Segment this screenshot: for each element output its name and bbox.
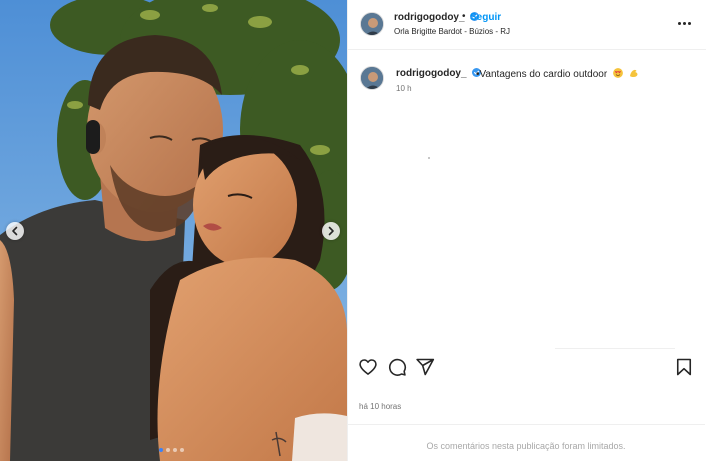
caption-text-wrap: •Vantagens do cardio outdoor xyxy=(476,68,639,80)
carousel-dot xyxy=(159,448,163,452)
save-button[interactable] xyxy=(674,357,694,377)
avatar-image xyxy=(361,13,383,35)
share-button[interactable] xyxy=(415,357,435,377)
carousel-indicator xyxy=(159,448,184,452)
post-date[interactable]: há 10 horas xyxy=(359,402,401,411)
carousel-next-button[interactable] xyxy=(322,222,340,240)
photo-illustration xyxy=(0,0,347,461)
comments-limited-notice: Os comentários nesta publicação foram li… xyxy=(426,441,626,451)
comment-icon xyxy=(389,358,407,376)
carousel-dot xyxy=(166,448,170,452)
location-link[interactable]: Orla Brigitte Bardot - Búzios - RJ xyxy=(394,27,510,36)
divider-speck xyxy=(428,157,430,159)
actions-divider xyxy=(555,348,675,349)
comment-button[interactable] xyxy=(387,357,407,377)
carousel-prev-button[interactable] xyxy=(6,222,24,240)
carousel-dot xyxy=(173,448,177,452)
post-details-pane: rodrigogodoy_ • Seguir Orla Brigitte Bar… xyxy=(347,0,706,461)
caption-text: •Vantagens do cardio outdoor xyxy=(476,69,608,80)
avatar-image xyxy=(361,67,383,89)
chevron-left-icon xyxy=(12,226,18,236)
bookmark-icon xyxy=(676,358,692,376)
post-header: rodrigogodoy_ • Seguir Orla Brigitte Bar… xyxy=(348,0,706,50)
username: rodrigogodoy_ xyxy=(394,12,465,23)
carousel-dot xyxy=(180,448,184,452)
caption-avatar[interactable] xyxy=(360,66,384,90)
post-actions-bar xyxy=(347,355,705,381)
username-link[interactable]: rodrigogodoy_ xyxy=(394,12,480,23)
chevron-right-icon xyxy=(328,226,334,236)
more-options-button[interactable] xyxy=(678,18,694,28)
caption-timestamp[interactable]: 10 h xyxy=(396,84,412,93)
comments-footer: Os comentários nesta publicação foram li… xyxy=(347,424,705,461)
caption-username-link[interactable]: rodrigogodoy_ xyxy=(396,68,482,79)
follow-button[interactable]: Seguir xyxy=(470,12,501,23)
heart-eyes-emoji-icon xyxy=(612,68,623,78)
share-icon xyxy=(416,358,435,376)
separator-dot: • xyxy=(462,11,466,22)
more-options-icon xyxy=(678,21,681,25)
caption-username: rodrigogodoy_ xyxy=(396,68,467,79)
heart-icon xyxy=(359,359,377,375)
post-media-photo[interactable] xyxy=(0,0,347,461)
avatar[interactable] xyxy=(360,12,384,36)
like-button[interactable] xyxy=(358,357,378,377)
flexed-biceps-emoji-icon xyxy=(629,69,638,77)
